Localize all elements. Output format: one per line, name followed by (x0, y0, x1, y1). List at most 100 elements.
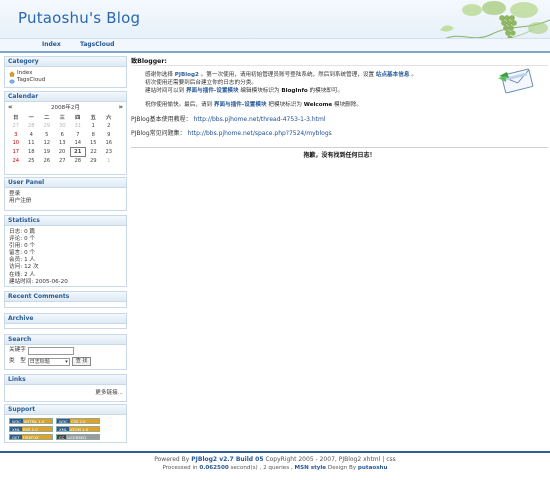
nav-tagscloud-link[interactable]: TagsCloud (80, 41, 114, 48)
user-panel: User Panel 登录 用户注册 (4, 177, 127, 211)
faq-line: PJBlog常见问题集： http://bbs.pjhome.net/space… (131, 128, 332, 137)
footer-line-1: Powered By PJBlog2 v2.7 Build 05 CopyRig… (0, 456, 550, 463)
module-settings-link[interactable]: 界面与插件-设置模块 (186, 88, 239, 94)
statistics-value: 0 个 (24, 236, 36, 243)
calendar-day[interactable]: 15 (86, 139, 102, 148)
statistics-label: 评论: (9, 236, 23, 243)
rss-badge[interactable]: XML RSS 2.0 (9, 426, 53, 432)
calendar-next-button[interactable]: » (118, 103, 123, 111)
calendar-prev-button[interactable]: « (8, 103, 13, 111)
calendar-day[interactable]: 30 (55, 122, 71, 131)
calendar-day[interactable]: 7 (70, 130, 86, 139)
calendar-day[interactable]: 6 (55, 130, 71, 139)
calendar-today[interactable]: 21 (69, 147, 86, 157)
calendar-day[interactable]: 8 (86, 130, 102, 139)
badge-left-text: XML (10, 427, 22, 432)
user-panel-title: User Panel (5, 178, 126, 188)
welcome-line-4: 祝你使用愉快。最后，请到 界面与插件-设置模块 把模块标识为 Welcome 模… (145, 100, 362, 108)
faq-link[interactable]: http://bbs.pjhome.net/space.php?7524/myb… (188, 130, 332, 137)
calendar-weekday: 二 (44, 114, 50, 121)
tutorial-line: PJBlog基本使用教程： http://bbs.pjhome.net/thre… (131, 114, 326, 123)
statistics-value: 2005-06-20 (35, 278, 68, 285)
statistics-value: 2 人 (24, 271, 36, 278)
welcome-line-1: 感谢你选择 PJBlog2 。第一次使用，请用初始管理员账号登陆系统，然后到系统… (145, 70, 417, 78)
site-title[interactable]: Putaoshu's Blog (18, 9, 140, 27)
calendar-day[interactable]: 31 (70, 122, 86, 131)
header-divider (0, 51, 550, 53)
calendar-day[interactable]: 11 (24, 139, 40, 148)
xhtml-link[interactable]: xhtml (363, 456, 380, 463)
welcome-keyword: Welcome (303, 102, 333, 108)
calendar-day[interactable]: 27 (8, 122, 24, 131)
category-title: Category (5, 57, 126, 67)
statistics-label: 建站时间: (9, 278, 34, 285)
calendar-day[interactable]: 27 (55, 156, 71, 165)
register-link[interactable]: 用户注册 (9, 198, 122, 205)
category-item-tagscloud[interactable]: TagsCloud (9, 77, 122, 84)
module-settings-link[interactable]: 界面与插件-设置模块 (214, 102, 267, 108)
calendar-day[interactable]: 25 (24, 156, 40, 165)
cc-license-badge[interactable]: CC LICENSED (56, 434, 100, 440)
css-badge[interactable]: W3C CSS 2.0 (56, 418, 100, 424)
calendar-day[interactable]: 29 (39, 122, 55, 131)
text-span: Design By (327, 465, 357, 471)
nav-index-link[interactable]: Index (42, 41, 61, 48)
calendar-title: Calendar (5, 92, 126, 102)
category-item-label: Index (17, 70, 33, 76)
search-type-select[interactable]: 日志标题 (27, 357, 70, 366)
footer: Powered By PJBlog2 v2.7 Build 05 CopyRig… (0, 451, 550, 480)
tutorial-link[interactable]: http://bbs.pjhome.net/thread-4753-1-3.ht… (194, 116, 326, 123)
calendar-day[interactable]: 3 (8, 130, 24, 139)
more-links-link[interactable]: 更多链接... (95, 390, 123, 396)
badge-right-text: FIREFOX (21, 435, 52, 440)
calendar-day[interactable]: 4 (24, 130, 40, 139)
calendar-day[interactable]: 19 (39, 148, 55, 157)
calendar-day[interactable]: 5 (39, 130, 55, 139)
calendar-day[interactable]: 1 (86, 122, 102, 131)
calendar-day[interactable]: 12 (39, 139, 55, 148)
calendar-day[interactable]: 29 (86, 156, 102, 165)
calendar-day[interactable]: 24 (8, 156, 24, 165)
atom-badge[interactable]: XML ATOM 1.0 (56, 426, 100, 432)
calendar-day[interactable]: 10 (8, 139, 24, 148)
category-item-index[interactable]: Index (9, 70, 122, 77)
calendar-day[interactable]: 14 (70, 139, 86, 148)
search-button[interactable]: 查 找 (71, 357, 92, 366)
pjblog-product-link[interactable]: PJBlog2 v2.7 Build 05 (191, 456, 263, 463)
keyword-label: 关键字 (9, 347, 26, 354)
text-span: | (382, 456, 385, 463)
calendar-day[interactable]: 18 (24, 148, 40, 157)
text-span: CopyRight 2005 - 2007, PJBlog2 (265, 456, 362, 463)
calendar-month-label: 2008年2月 (51, 105, 80, 111)
calendar-day[interactable]: 16 (101, 139, 117, 148)
site-info-link[interactable]: 站点基本信息 (376, 72, 410, 78)
statistics-row: 建站时间: 2005-06-20 (9, 279, 122, 286)
calendar-day[interactable]: 28 (70, 156, 86, 165)
keyword-input[interactable] (27, 347, 74, 355)
badge-right-text: RSS 2.0 (22, 427, 52, 432)
welcome-line-3: 建站时间可以到 界面与插件-设置模块 编辑模块标识为 BlogInfo 的模块即… (145, 86, 343, 94)
footer-line-2: Processed in 0.062500 second(s) , 2 quer… (0, 465, 550, 471)
tutorial-label: PJBlog基本使用教程： (131, 116, 192, 123)
calendar-day[interactable]: 17 (8, 148, 24, 157)
calendar-day[interactable]: 28 (24, 122, 40, 131)
badge-left-text: W3C (10, 419, 23, 424)
calendar-day[interactable]: 22 (86, 148, 102, 157)
calendar-weekday: 一 (28, 114, 34, 121)
calendar-day[interactable]: 23 (101, 148, 117, 157)
calendar-day[interactable]: 9 (101, 130, 117, 139)
calendar-day[interactable]: 13 (55, 139, 71, 148)
calendar-day[interactable]: 20 (55, 148, 71, 157)
designer-link[interactable]: putaoshu (358, 465, 388, 471)
firefox-badge[interactable]: GET FIREFOX (9, 434, 53, 440)
category-panel: Category Index TagsCloud (4, 56, 127, 88)
text-span: Processed in (162, 465, 198, 471)
calendar-day[interactable]: 1 (101, 156, 117, 165)
calendar-day[interactable]: 26 (39, 156, 55, 165)
statistics-value: 0 个 (24, 243, 36, 250)
xhtml-badge[interactable]: W3C XHTML 1.0 (9, 418, 53, 424)
css-link[interactable]: css (386, 456, 396, 463)
statistics-label: 留言: (9, 250, 23, 257)
calendar-day[interactable]: 2 (101, 122, 117, 131)
text-span: 建站时间可以到 (145, 88, 185, 94)
